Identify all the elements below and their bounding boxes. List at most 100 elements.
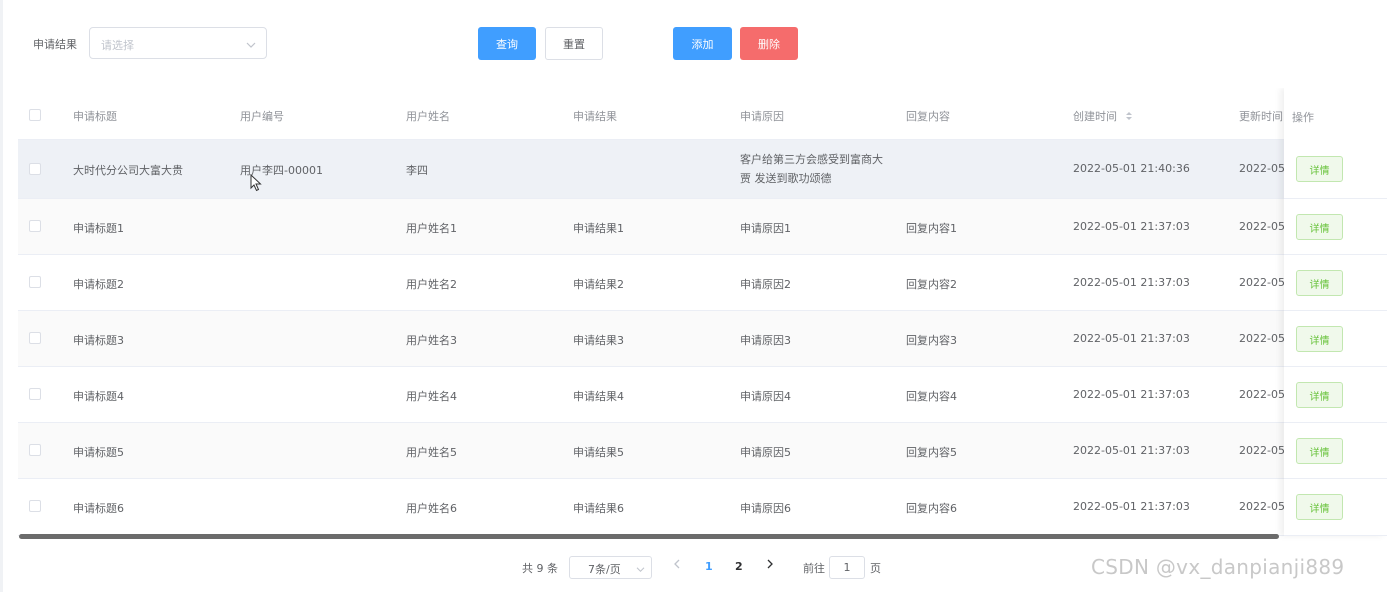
table-row[interactable]: 申请标题3 用户姓名3 申请结果3 申请原因3 回复内容3 2022-05-01… [18, 311, 1387, 367]
header-user-name[interactable]: 用户姓名 [406, 108, 450, 124]
result-select[interactable]: 请选择 [89, 27, 267, 59]
cell-reason: 申请原因1 [740, 222, 791, 235]
query-button[interactable]: 查询 [478, 27, 536, 60]
cell-result: 申请结果6 [573, 502, 624, 515]
cell-created: 2022-05-01 21:40:36 [1073, 162, 1190, 175]
cell-created: 2022-05-01 21:37:03 [1073, 220, 1190, 233]
page-1[interactable]: 1 [705, 560, 713, 573]
cell-reply: 回复内容2 [906, 278, 957, 291]
header-reply[interactable]: 回复内容 [906, 108, 950, 124]
cell-user-name: 用户姓名5 [406, 446, 457, 459]
goto-input[interactable]: 1 [829, 556, 865, 579]
horizontal-scrollbar[interactable] [19, 534, 1279, 539]
cell-title: 申请标题4 [73, 390, 124, 403]
cell-reply: 回复内容4 [906, 390, 957, 403]
pagination-total: 共 9 条 [522, 562, 558, 575]
detail-button[interactable]: 详情 [1296, 270, 1343, 296]
cell-result: 申请结果3 [573, 334, 624, 347]
header-user-no[interactable]: 用户编号 [240, 108, 284, 124]
cell-title: 申请标题1 [73, 222, 124, 235]
cell-reason: 申请原因6 [740, 502, 791, 515]
header-reason[interactable]: 申请原因 [740, 108, 784, 124]
op-cell: 详情 [1284, 199, 1387, 255]
cell-created: 2022-05-01 21:37:03 [1073, 500, 1190, 513]
cell-user-name: 用户姓名2 [406, 278, 457, 291]
cell-result: 申请结果1 [573, 222, 624, 235]
cell-title: 申请标题3 [73, 334, 124, 347]
detail-button[interactable]: 详情 [1296, 326, 1343, 352]
add-button[interactable]: 添加 [673, 27, 732, 60]
header-updated[interactable]: 更新时间 [1239, 108, 1283, 124]
page-size-value: 7条/页 [588, 563, 621, 576]
cell-user-name: 用户姓名3 [406, 334, 457, 347]
row-checkbox[interactable] [29, 220, 41, 232]
cell-user-name: 李四 [406, 164, 428, 177]
row-checkbox[interactable] [29, 276, 41, 288]
cell-reply: 回复内容1 [906, 222, 957, 235]
cursor-icon [250, 174, 262, 192]
op-cell: 详情 [1284, 140, 1387, 199]
detail-button[interactable]: 详情 [1296, 382, 1343, 408]
select-all-checkbox[interactable] [29, 109, 41, 121]
cell-reason: 客户给第三方会感受到富商大贾 发送到歌功颂德 [740, 153, 883, 185]
table-row[interactable]: 申请标题4 用户姓名4 申请结果4 申请原因4 回复内容4 2022-05-01… [18, 367, 1387, 423]
cell-reason: 申请原因4 [740, 390, 791, 403]
cell-reply: 回复内容6 [906, 502, 957, 515]
table-row[interactable]: 大时代分公司大富大贵 用户李四-00001 李四 客户给第三方会感受到富商大贾 … [18, 140, 1387, 199]
table-header: 申请标题 用户编号 用户姓名 申请结果 申请原因 回复内容 创建时间 更新时间 [18, 88, 1387, 140]
row-checkbox[interactable] [29, 444, 41, 456]
table-row[interactable]: 申请标题6 用户姓名6 申请结果6 申请原因6 回复内容6 2022-05-01… [18, 479, 1387, 536]
row-checkbox[interactable] [29, 500, 41, 512]
chevron-right-icon[interactable] [766, 559, 774, 572]
page-size-select[interactable]: 7条/页 [569, 556, 652, 579]
header-ops: 操作 [1292, 111, 1314, 124]
op-cell: 详情 [1284, 423, 1387, 479]
chevron-down-icon [246, 39, 256, 52]
cell-title: 大时代分公司大富大贵 [73, 164, 183, 177]
header-result[interactable]: 申请结果 [573, 108, 617, 124]
cell-reason: 申请原因5 [740, 446, 791, 459]
row-checkbox[interactable] [29, 163, 41, 175]
detail-button[interactable]: 详情 [1296, 438, 1343, 464]
operations-column: 操作 详情 详情 详情 详情 详情 详情 详情 [1284, 88, 1387, 536]
cell-result: 申请结果2 [573, 278, 624, 291]
chevron-left-icon[interactable] [673, 559, 681, 572]
table-row[interactable]: 申请标题1 用户姓名1 申请结果1 申请原因1 回复内容1 2022-05-01… [18, 199, 1387, 255]
cell-created: 2022-05-01 21:37:03 [1073, 444, 1190, 457]
table-row[interactable]: 申请标题2 用户姓名2 申请结果2 申请原因2 回复内容2 2022-05-01… [18, 255, 1387, 311]
page-2[interactable]: 2 [735, 560, 743, 573]
cell-title: 申请标题6 [73, 502, 124, 515]
page-suffix: 页 [870, 562, 881, 575]
detail-button[interactable]: 详情 [1296, 494, 1343, 520]
cell-user-name: 用户姓名6 [406, 502, 457, 515]
cell-updated: 2022-05 [1239, 388, 1285, 401]
delete-button[interactable]: 删除 [740, 27, 798, 60]
cell-reason: 申请原因3 [740, 334, 791, 347]
cell-title: 申请标题2 [73, 278, 124, 291]
cell-result: 申请结果4 [573, 390, 624, 403]
detail-button[interactable]: 详情 [1296, 156, 1343, 182]
header-created-label: 创建时间 [1073, 110, 1117, 123]
row-checkbox[interactable] [29, 332, 41, 344]
cell-updated: 2022-05 [1239, 332, 1285, 345]
data-table: 申请标题 用户编号 用户姓名 申请结果 申请原因 回复内容 创建时间 更新时间 … [18, 88, 1387, 544]
row-checkbox[interactable] [29, 388, 41, 400]
reset-button[interactable]: 重置 [545, 27, 603, 60]
cell-user-name: 用户姓名4 [406, 390, 457, 403]
table-row[interactable]: 申请标题5 用户姓名5 申请结果5 申请原因5 回复内容5 2022-05-01… [18, 423, 1387, 479]
header-title[interactable]: 申请标题 [73, 108, 117, 124]
page-edge [0, 0, 3, 592]
op-cell: 详情 [1284, 255, 1387, 311]
cell-updated: 2022-05 [1239, 444, 1285, 457]
cell-updated: 2022-05 [1239, 220, 1285, 233]
chevron-down-icon [636, 563, 645, 576]
watermark: CSDN @vx_danpianji889 [1091, 555, 1345, 579]
cell-created: 2022-05-01 21:37:03 [1073, 388, 1190, 401]
detail-button[interactable]: 详情 [1296, 214, 1343, 240]
op-cell: 详情 [1284, 367, 1387, 423]
op-cell: 详情 [1284, 311, 1387, 367]
sort-icon[interactable] [1125, 111, 1133, 121]
select-placeholder: 请选择 [101, 39, 134, 52]
cell-reply: 回复内容5 [906, 446, 957, 459]
header-created[interactable]: 创建时间 [1073, 108, 1133, 124]
